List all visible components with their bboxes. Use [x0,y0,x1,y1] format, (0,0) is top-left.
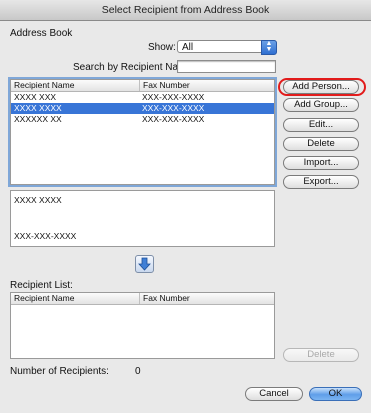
address-book-heading: Address Book [10,28,73,39]
table-row[interactable]: XXXXXX XX XXX-XXX-XXXX [11,114,274,125]
export-button[interactable]: Export... [283,175,359,189]
preview-fax: XXX-XXX-XXXX [14,231,77,241]
table-row[interactable]: XXXX XXX XXX-XXX-XXXX [11,92,274,103]
fax-number-cell: XXX-XXX-XXXX [142,103,205,113]
fax-number-cell: XXX-XXX-XXXX [142,114,205,124]
column-header-recipient-name[interactable]: Recipient Name [11,80,139,91]
down-arrow-icon [138,257,151,271]
recipient-name-cell: XXXXXX XX [14,114,62,124]
column-header-recipient-name[interactable]: Recipient Name [11,293,139,304]
show-select[interactable]: All ▲ ▼ [177,40,277,55]
search-input[interactable] [177,60,276,73]
popup-arrows-icon: ▲ ▼ [261,40,277,55]
column-header-fax-number[interactable]: Fax Number [139,80,274,91]
recipient-name-cell: XXXX XXX [14,92,57,102]
fax-number-cell: XXX-XXX-XXXX [142,92,205,102]
add-group-button[interactable]: Add Group... [283,98,359,112]
add-to-list-button[interactable] [135,255,154,273]
recipient-name-cell: XXXX XXXX [14,103,62,113]
address-book-table[interactable]: Recipient Name Fax Number XXXX XXX XXX-X… [8,77,277,187]
recipient-list-heading: Recipient List: [10,280,73,291]
recipient-count-label: Number of Recipients: [10,366,109,377]
cancel-button[interactable]: Cancel [245,387,303,401]
ok-button[interactable]: OK [309,387,362,401]
show-select-value: All [182,42,194,53]
show-label: Show: [148,42,176,53]
column-header-fax-number[interactable]: Fax Number [139,293,274,304]
add-person-highlight [278,78,366,96]
recipient-delete-button[interactable]: Delete [283,348,359,362]
table-row[interactable]: XXXX XXXX XXX-XXX-XXXX [11,103,274,114]
import-button[interactable]: Import... [283,156,359,170]
dialog-window: Select Recipient from Address Book Addre… [0,0,371,413]
address-book-table-header: Recipient Name Fax Number [11,80,274,92]
recipient-list-table-header: Recipient Name Fax Number [11,293,274,305]
recipient-list-table[interactable]: Recipient Name Fax Number [10,292,275,359]
recipient-count-value: 0 [135,366,141,377]
delete-button[interactable]: Delete [283,137,359,151]
edit-button[interactable]: Edit... [283,118,359,132]
preview-name: XXXX XXXX [14,195,62,205]
window-title: Select Recipient from Address Book [0,0,371,21]
recipient-preview: XXXX XXXX XXX-XXX-XXXX [10,190,275,247]
